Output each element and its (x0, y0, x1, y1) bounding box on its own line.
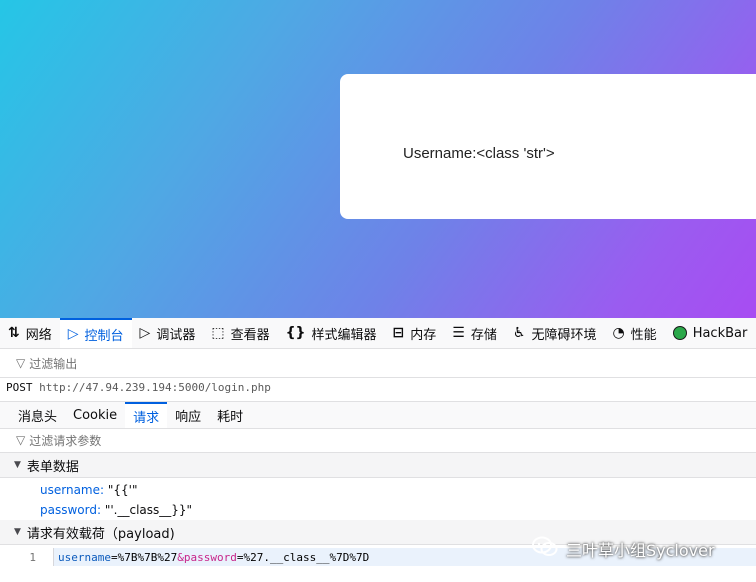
payload-part: &password (177, 550, 237, 564)
field-value: "'.__class__}}" (104, 503, 193, 517)
storage-icon: ☰ (452, 325, 465, 341)
wechat-logo-icon (532, 536, 558, 562)
devtools-toolbar: ⇅ 网络 ▷ 控制台 ▷ 调试器 ⬚ 查看器 {} 样式编辑器 ⊟ 内存 ☰ 存… (0, 318, 756, 349)
tab-label: 无障碍环境 (531, 327, 597, 343)
payload-part: username (58, 550, 111, 564)
watermark: 三叶草小组Syclover (532, 536, 715, 562)
performance-icon: ◔ (612, 325, 625, 341)
payload-part: =%27.__class__%7D%7D (236, 550, 370, 564)
style-editor-icon: {} (285, 325, 306, 341)
filter-icon: ▽ (16, 356, 26, 370)
tab-label: 内存 (410, 327, 437, 343)
tab-network[interactable]: ⇅ 网络 (0, 318, 60, 348)
request-url: http://47.94.239.194:5000/login.php (39, 381, 271, 394)
collapse-triangle-icon: ▼ (14, 460, 21, 470)
result-card: Username:<class 'str'> (340, 74, 756, 219)
param-filter-placeholder: 过滤请求参数 (29, 433, 102, 448)
tab-style-editor[interactable]: {} 样式编辑器 (278, 318, 385, 348)
tab-accessibility[interactable]: ♿ 无障碍环境 (505, 318, 605, 348)
inspector-icon: ⬚ (211, 325, 225, 341)
form-field-password: password: "'.__class__}}" (40, 503, 192, 517)
form-data-section-header[interactable]: ▼ 表单数据 (0, 453, 756, 478)
filter-output-input[interactable]: ▽ 过滤输出 (0, 349, 756, 378)
tab-timings[interactable]: 耗时 (209, 402, 251, 428)
collapse-triangle-icon: ▼ (14, 527, 21, 537)
filter-request-params-input[interactable]: ▽ 过滤请求参数 (0, 428, 756, 453)
accessibility-icon: ♿ (512, 325, 526, 341)
tab-headers[interactable]: 消息头 (10, 402, 65, 428)
tab-label: 查看器 (230, 327, 270, 343)
network-icon: ⇅ (8, 325, 20, 341)
tab-console[interactable]: ▷ 控制台 (59, 318, 132, 348)
username-result-text: Username:<class 'str'> (403, 145, 555, 162)
page-viewport: Username:<class 'str'> (0, 0, 756, 318)
section-title: 表单数据 (26, 459, 79, 475)
section-title: 请求有效载荷（payload) (26, 526, 175, 542)
request-detail-tabs: 消息头 Cookie 请求 响应 耗时 (0, 401, 756, 429)
hackbar-icon (672, 326, 687, 340)
filter-icon: ▽ (16, 433, 26, 447)
tab-label: 样式编辑器 (311, 327, 377, 343)
watermark-text: 三叶草小组Syclover (566, 541, 715, 560)
tab-response[interactable]: 响应 (167, 402, 209, 428)
memory-icon: ⊟ (392, 325, 405, 341)
tab-inspector[interactable]: ⬚ 查看器 (203, 318, 277, 348)
tab-label: 存储 (470, 327, 497, 343)
debugger-icon: ▷ (139, 325, 151, 341)
tab-request[interactable]: 请求 (125, 402, 168, 428)
tab-cookie[interactable]: Cookie (65, 402, 125, 428)
tab-memory[interactable]: ⊟ 内存 (385, 318, 445, 348)
tab-performance[interactable]: ◔ 性能 (604, 318, 664, 348)
form-field-username: username: "{{'" (40, 483, 137, 497)
request-method: POST (6, 381, 33, 394)
line-number: 1 (29, 550, 36, 564)
tab-label: 网络 (25, 327, 52, 343)
tab-label: 性能 (630, 327, 657, 343)
tab-label: 调试器 (156, 327, 196, 343)
field-key: password: (40, 503, 102, 517)
tab-label: 控制台 (84, 328, 124, 344)
filter-placeholder: 过滤输出 (29, 356, 78, 371)
tab-debugger[interactable]: ▷ 调试器 (132, 318, 204, 348)
tab-label: HackBar (692, 325, 748, 341)
console-icon: ▷ (67, 326, 79, 342)
tab-storage[interactable]: ☰ 存储 (444, 318, 505, 348)
request-summary[interactable]: POST http://47.94.239.194:5000/login.php (6, 381, 271, 394)
field-key: username: (40, 483, 105, 497)
payload-part: =%7B%7B%27 (110, 550, 178, 564)
tab-hackbar[interactable]: HackBar (665, 318, 756, 348)
field-value: "{{'" (107, 483, 138, 497)
